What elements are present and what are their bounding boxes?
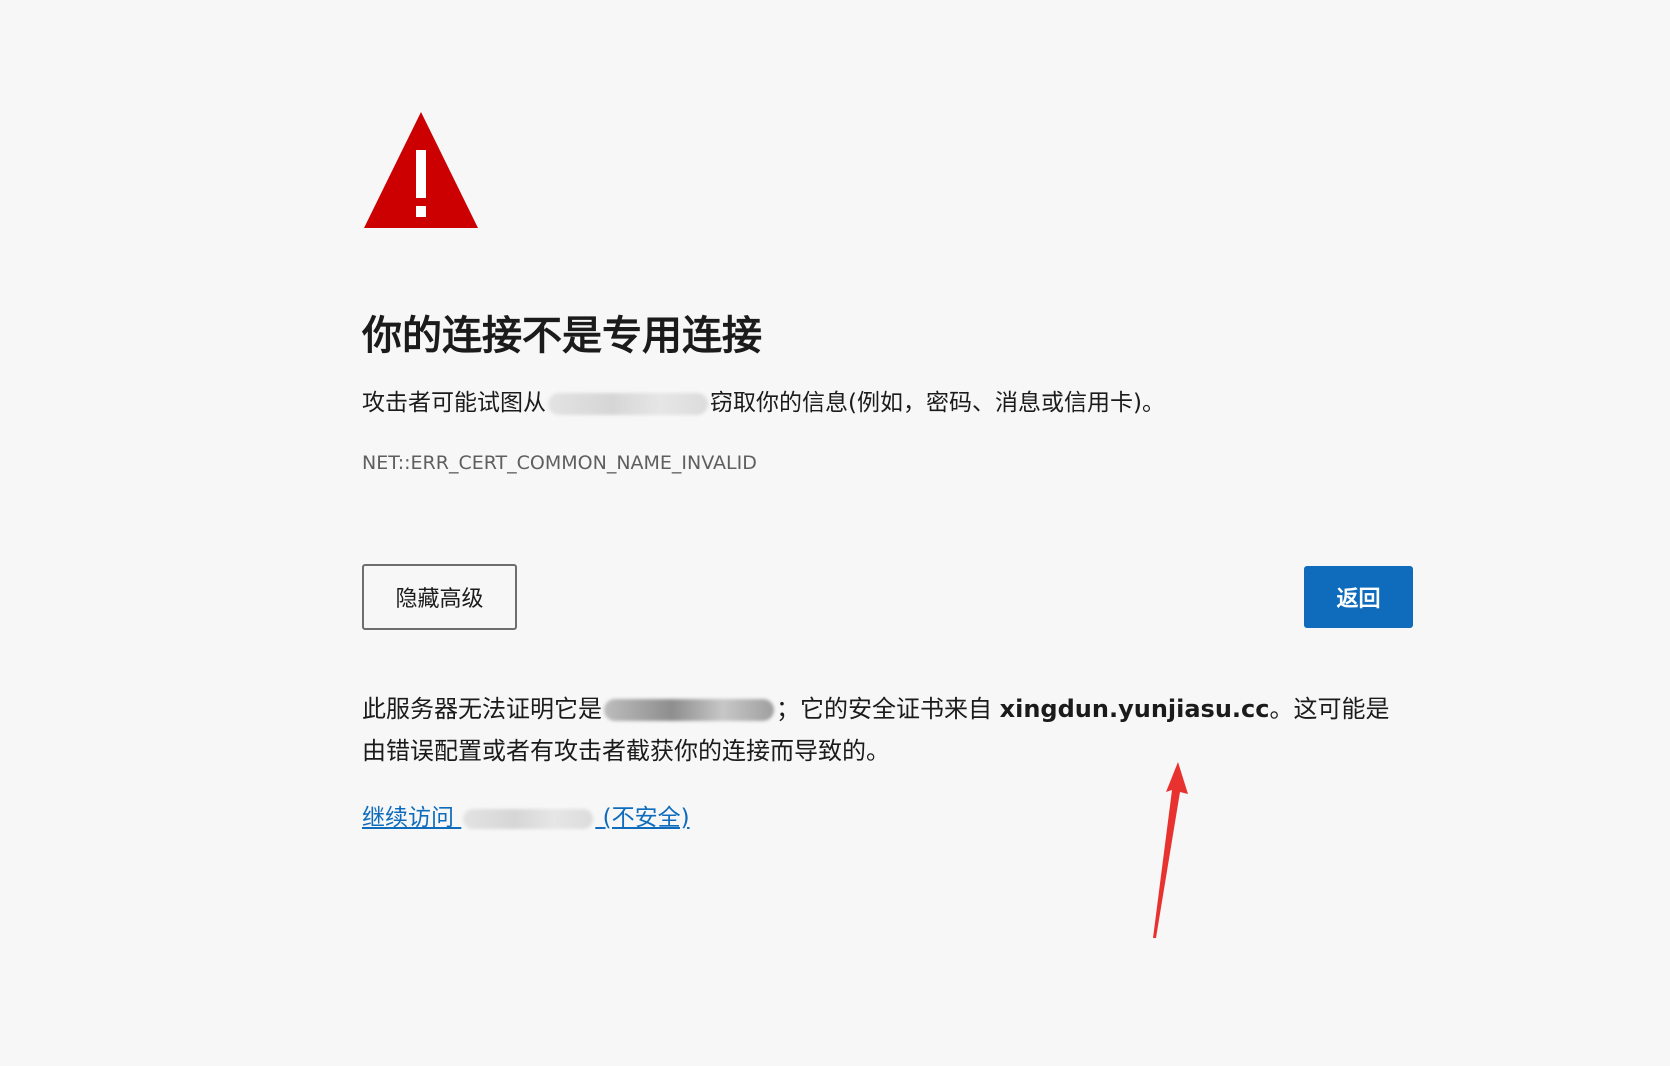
redacted-host	[463, 808, 594, 829]
advanced-details: 此服务器无法证明它是 ；它的安全证书来自 xingdun.yunjiasu.cc。…	[362, 688, 1413, 772]
annotation-arrow-icon	[1153, 762, 1188, 938]
proceed-unsafe-link[interactable]: 继续访问 (不安全)	[362, 802, 690, 834]
error-page: 你的连接不是专用连接 攻击者可能试图从 窃取你的信息(例如，密码、消息或信用卡)。…	[0, 0, 1670, 1066]
error-code: NET::ERR_CERT_COMMON_NAME_INVALID	[362, 452, 757, 474]
redacted-host	[548, 392, 708, 415]
redacted-host	[604, 699, 774, 721]
hide-advanced-button[interactable]: 隐藏高级	[362, 564, 517, 630]
proceed-suffix: (不安全)	[602, 805, 690, 831]
button-row: 隐藏高级 返回	[362, 564, 1413, 630]
details-prefix: 此服务器无法证明它是	[362, 695, 602, 723]
back-button[interactable]: 返回	[1304, 566, 1413, 628]
warning-triangle-icon	[364, 112, 478, 228]
page-title: 你的连接不是专用连接	[362, 313, 762, 359]
details-middle: ；它的安全证书来自	[776, 695, 992, 723]
proceed-prefix: 继续访问	[362, 805, 454, 831]
description-prefix: 攻击者可能试图从	[362, 390, 546, 416]
error-content: 你的连接不是专用连接 攻击者可能试图从 窃取你的信息(例如，密码、消息或信用卡)。…	[362, 110, 1413, 834]
description-suffix: 窃取你的信息(例如，密码、消息或信用卡)。	[710, 390, 1165, 416]
cert-domain: xingdun.yunjiasu.cc	[999, 695, 1270, 723]
attack-description: 攻击者可能试图从 窃取你的信息(例如，密码、消息或信用卡)。	[362, 386, 1413, 420]
